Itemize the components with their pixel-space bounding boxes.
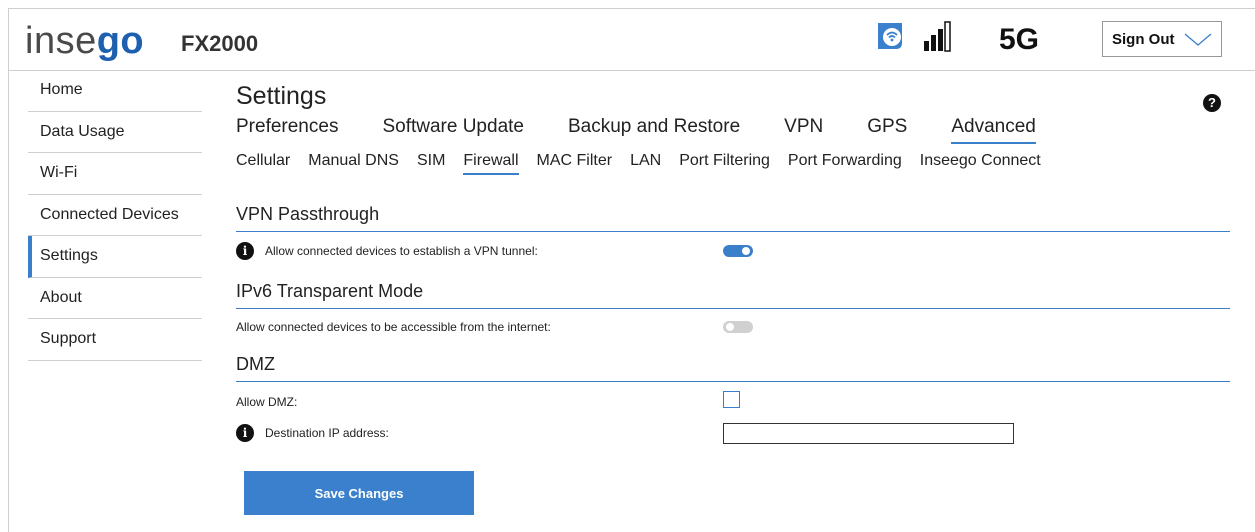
header-bar: insego FX2000 5G Sign Out xyxy=(9,9,1255,71)
info-icon[interactable]: i xyxy=(236,424,254,442)
settings-tabs: Preferences Software Update Backup and R… xyxy=(236,116,1080,144)
toggle-knob xyxy=(726,323,734,331)
sidebar-item-about[interactable]: About xyxy=(28,278,202,319)
tab-vpn[interactable]: VPN xyxy=(784,116,823,144)
ipv6-label: Allow connected devices to be accessible… xyxy=(236,320,551,334)
chevron-down-icon xyxy=(1184,33,1212,46)
subtab-firewall[interactable]: Firewall xyxy=(463,152,519,175)
save-changes-button[interactable]: Save Changes xyxy=(244,471,474,515)
allow-dmz-label: Allow DMZ: xyxy=(236,395,298,409)
hotspot-wifi-icon xyxy=(878,23,902,49)
tab-backup-restore[interactable]: Backup and Restore xyxy=(568,116,740,144)
ipv6-row: Allow connected devices to be accessible… xyxy=(236,320,551,334)
sidebar-item-connected-devices[interactable]: Connected Devices xyxy=(28,195,202,236)
subtab-inseego-connect[interactable]: Inseego Connect xyxy=(920,152,1041,175)
sign-out-label: Sign Out xyxy=(1112,30,1175,48)
sidebar-item-home[interactable]: Home xyxy=(28,70,202,112)
allow-dmz-row: Allow DMZ: xyxy=(236,395,297,409)
toggle-knob xyxy=(742,247,750,255)
brand-logo-pre: inse xyxy=(25,20,97,62)
destination-ip-label: Destination IP address: xyxy=(265,426,389,440)
vpn-passthrough-row: i Allow connected devices to establish a… xyxy=(236,242,538,260)
help-icon[interactable]: ? xyxy=(1203,94,1221,112)
sidebar-item-data-usage[interactable]: Data Usage xyxy=(28,112,202,153)
section-title-dmz: DMZ xyxy=(236,354,1230,382)
page-title: Settings xyxy=(236,82,327,110)
sidebar-nav: Home Data Usage Wi-Fi Connected Devices … xyxy=(28,70,202,361)
section-title-vpn-passthrough: VPN Passthrough xyxy=(236,204,1230,232)
tab-gps[interactable]: GPS xyxy=(867,116,907,144)
subtab-cellular[interactable]: Cellular xyxy=(236,152,290,175)
sidebar-item-support[interactable]: Support xyxy=(28,319,202,361)
vpn-passthrough-label: Allow connected devices to establish a V… xyxy=(265,244,538,258)
advanced-subtabs: Cellular Manual DNS SIM Firewall MAC Fil… xyxy=(236,152,1059,175)
subtab-lan[interactable]: LAN xyxy=(630,152,661,175)
ipv6-transparent-toggle[interactable] xyxy=(723,321,753,333)
tab-preferences[interactable]: Preferences xyxy=(236,116,338,144)
section-title-ipv6: IPv6 Transparent Mode xyxy=(236,281,1230,309)
sidebar-item-wifi[interactable]: Wi-Fi xyxy=(28,153,202,195)
sign-out-dropdown[interactable]: Sign Out xyxy=(1102,21,1222,57)
subtab-port-forwarding[interactable]: Port Forwarding xyxy=(788,152,902,175)
brand-logo-go: go xyxy=(96,20,145,62)
allow-dmz-checkbox[interactable] xyxy=(723,391,740,408)
info-icon[interactable]: i xyxy=(236,242,254,260)
tab-advanced[interactable]: Advanced xyxy=(951,116,1036,144)
destination-ip-input[interactable] xyxy=(723,423,1014,444)
signal-strength-icon xyxy=(924,21,951,52)
network-type: 5G xyxy=(999,23,1040,56)
subtab-port-filtering[interactable]: Port Filtering xyxy=(679,152,770,175)
sidebar-item-settings[interactable]: Settings xyxy=(28,236,202,278)
subtab-mac-filter[interactable]: MAC Filter xyxy=(537,152,613,175)
device-model: FX2000 xyxy=(181,31,259,56)
brand-logo: insego xyxy=(25,21,144,61)
vpn-passthrough-toggle[interactable] xyxy=(723,245,753,257)
subtab-manual-dns[interactable]: Manual DNS xyxy=(308,152,399,175)
destination-ip-row: i Destination IP address: xyxy=(236,424,389,442)
subtab-sim[interactable]: SIM xyxy=(417,152,445,175)
tab-software-update[interactable]: Software Update xyxy=(382,116,524,144)
